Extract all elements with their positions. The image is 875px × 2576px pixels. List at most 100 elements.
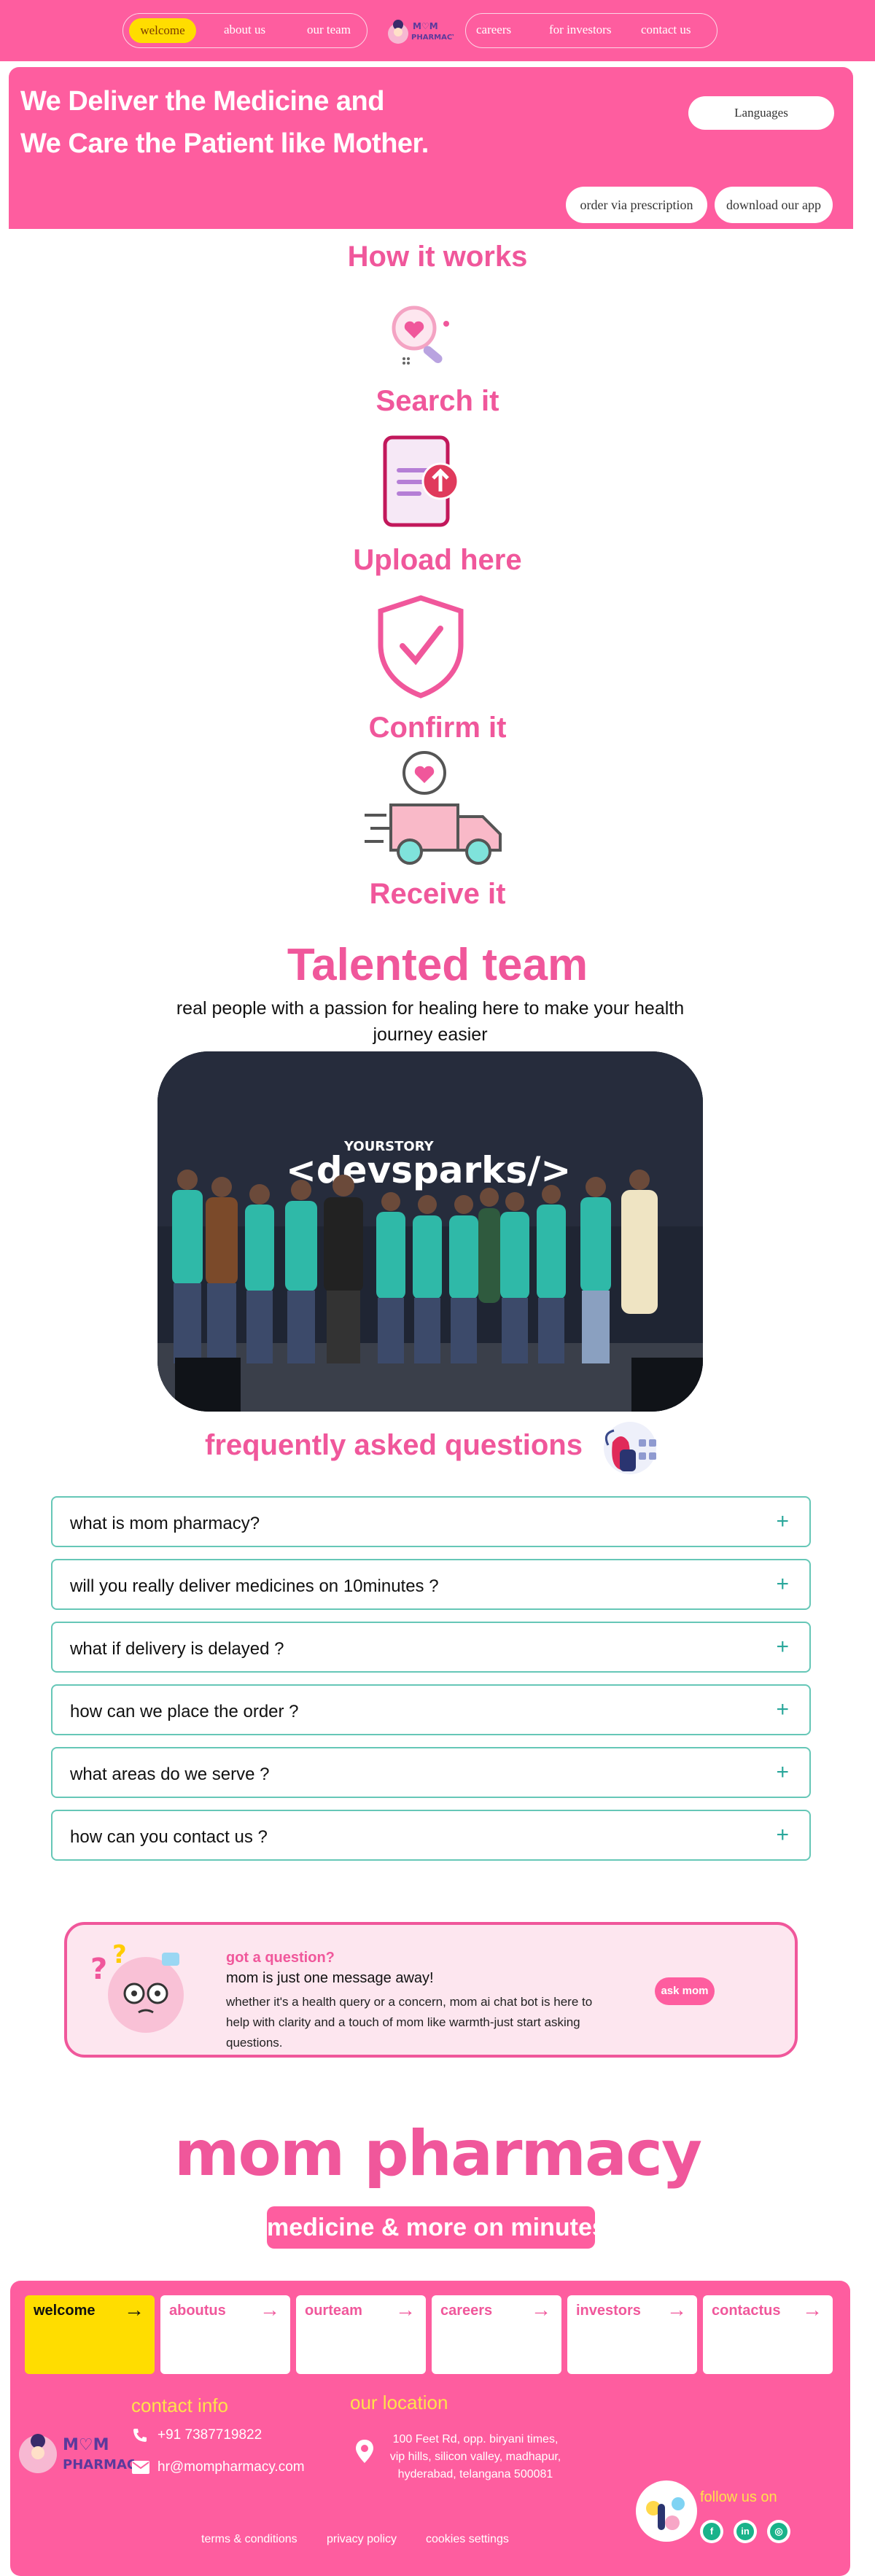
footer-tile-careers[interactable]: careers → bbox=[432, 2295, 561, 2374]
faq-question: how can we place the order ? bbox=[70, 1702, 299, 1721]
ask-body: whether it's a health query or a concern… bbox=[226, 1995, 593, 2050]
faq-item[interactable]: what if delivery is delayed ? + bbox=[51, 1622, 811, 1673]
logo-word-mom: M♡M bbox=[413, 21, 438, 31]
hero-line-1: We Deliver the Medicine and bbox=[20, 86, 384, 117]
email-icon bbox=[131, 2460, 150, 2478]
nav-welcome[interactable]: welcome bbox=[129, 18, 196, 43]
how-it-works-title: How it works bbox=[347, 241, 528, 273]
nav-for-investors[interactable]: for investors bbox=[549, 23, 611, 37]
contact-info-title: contact info bbox=[131, 2394, 228, 2416]
footer-tile-label: aboutus bbox=[169, 2303, 226, 2319]
order-prescription-button[interactable]: order via prescription bbox=[566, 187, 707, 223]
footer-tile-investors[interactable]: investors → bbox=[567, 2295, 697, 2374]
our-location-title: our location bbox=[350, 2392, 448, 2413]
footer-tile-label: careers bbox=[440, 2303, 493, 2319]
ask-heading: got a question? bbox=[226, 1950, 335, 1966]
team-title: Talented team bbox=[287, 940, 588, 990]
footer-tile-aboutus[interactable]: aboutus → bbox=[160, 2295, 290, 2374]
plus-icon[interactable]: + bbox=[776, 1572, 789, 1597]
plus-icon[interactable]: + bbox=[776, 1635, 789, 1659]
mom-mascot-icon: ? ? bbox=[83, 1937, 207, 2050]
footer: welcome → aboutus → ourteam → careers → investor… bbox=[10, 2281, 850, 2576]
arrow-right-icon: → bbox=[395, 2298, 416, 2321]
hero-banner: We Deliver the Medicine and We Care the … bbox=[9, 67, 853, 229]
faq-question: will you really deliver medicines on 10m… bbox=[70, 1576, 439, 1596]
arrow-right-icon: → bbox=[124, 2298, 144, 2321]
nav-contact-us[interactable]: contact us bbox=[641, 23, 691, 37]
address-line-3: hyderabad, telangana 500081 bbox=[397, 2468, 553, 2480]
footer-tile-label: contactus bbox=[712, 2303, 781, 2319]
footer-logo-mom: M♡M bbox=[63, 2436, 109, 2454]
arrow-right-icon: → bbox=[802, 2298, 822, 2321]
faq-title: frequently asked questions bbox=[205, 1429, 583, 1461]
instagram-icon[interactable]: ◎ bbox=[767, 2520, 790, 2543]
ask-mom-card: ? ? got a question? mom is just one mess… bbox=[64, 1922, 798, 2058]
faq-item[interactable]: what is mom pharmacy? + bbox=[51, 1496, 811, 1547]
arrow-right-icon: → bbox=[531, 2298, 551, 2321]
contact-phone[interactable]: +91 7387719822 bbox=[158, 2427, 262, 2443]
footer-tile-ourteam[interactable]: ourteam → bbox=[296, 2295, 426, 2374]
top-nav: welcome about us our team M♡M PHARMACY c… bbox=[0, 0, 875, 61]
faq-item[interactable]: what areas do we serve ? + bbox=[51, 1747, 811, 1798]
search-heart-icon bbox=[381, 296, 454, 370]
brand-name: mom pharmacy bbox=[174, 2117, 702, 2190]
follow-us-title: follow us on bbox=[700, 2489, 777, 2505]
svg-text:?: ? bbox=[112, 1940, 127, 1969]
step-upload-label: Upload here bbox=[353, 544, 522, 576]
step-search-label: Search it bbox=[376, 385, 499, 417]
banner-devsparks: <devsparks/> bbox=[286, 1149, 571, 1191]
nav-careers[interactable]: careers bbox=[476, 23, 511, 37]
address-line-2: vip hills, silicon valley, madhapur, bbox=[389, 2451, 561, 2463]
footer-tile-label: ourteam bbox=[305, 2303, 362, 2319]
step-receive-label: Receive it bbox=[369, 878, 506, 910]
hero-line-2: We Care the Patient like Mother. bbox=[20, 128, 429, 159]
nav-our-team[interactable]: our team bbox=[307, 23, 351, 37]
plus-icon[interactable]: + bbox=[776, 1697, 789, 1722]
brand-tagline: medicine & more on minutes bbox=[267, 2206, 595, 2249]
faq-item[interactable]: will you really deliver medicines on 10m… bbox=[51, 1559, 811, 1610]
footer-tile-label: investors bbox=[576, 2303, 641, 2319]
footer-tile-welcome[interactable]: welcome → bbox=[25, 2295, 155, 2374]
nav-group-right: careers for investors contact us bbox=[465, 13, 718, 48]
follow-illustration-icon bbox=[631, 2475, 701, 2548]
location-pin-icon bbox=[354, 2438, 375, 2468]
step-confirm-label: Confirm it bbox=[368, 712, 507, 744]
plus-icon[interactable]: + bbox=[776, 1760, 789, 1785]
footer-logo-pharmacy: PHARMACY bbox=[63, 2457, 134, 2472]
nav-about-us[interactable]: about us bbox=[224, 23, 265, 37]
arrow-right-icon: → bbox=[260, 2298, 280, 2321]
plus-icon[interactable]: + bbox=[776, 1509, 789, 1534]
phone-icon bbox=[131, 2427, 149, 2448]
footer-tile-label: welcome bbox=[34, 2303, 96, 2319]
address: 100 Feet Rd, opp. biryani times, vip hil… bbox=[388, 2431, 563, 2483]
facebook-icon[interactable]: f bbox=[700, 2520, 723, 2543]
logo-word-pharmacy: PHARMACY bbox=[411, 34, 454, 42]
faq-question: what is mom pharmacy? bbox=[70, 1514, 260, 1533]
arrow-right-icon: → bbox=[666, 2298, 687, 2321]
faq-illustration-icon bbox=[592, 1416, 662, 1481]
faq-question: what areas do we serve ? bbox=[70, 1764, 270, 1784]
ask-mom-button[interactable]: ask mom bbox=[655, 1977, 715, 2005]
faq-question: how can you contact us ? bbox=[70, 1827, 268, 1847]
download-app-button[interactable]: download our app bbox=[715, 187, 833, 223]
upload-document-icon bbox=[382, 435, 462, 533]
nav-group-left: welcome about us our team bbox=[122, 13, 368, 48]
terms-link[interactable]: terms & conditions bbox=[201, 2533, 298, 2546]
address-line-1: 100 Feet Rd, opp. biryani times, bbox=[392, 2433, 559, 2445]
team-subtitle: real people with a passion for healing h… bbox=[176, 998, 685, 1045]
faq-question: what if delivery is delayed ? bbox=[70, 1639, 284, 1659]
languages-button[interactable]: Languages bbox=[688, 96, 834, 130]
ask-subheading: mom is just one message away! bbox=[226, 1970, 434, 1986]
contact-email[interactable]: hr@mompharmacy.com bbox=[158, 2459, 305, 2475]
nav-logo[interactable]: M♡M PHARMACY bbox=[384, 12, 458, 50]
footer-logo: M♡M PHARMACY bbox=[18, 2422, 147, 2484]
team-photo: YOURSTORY <devsparks/> bbox=[158, 1051, 703, 1412]
plus-icon[interactable]: + bbox=[776, 1823, 789, 1848]
faq-item[interactable]: how can you contact us ? + bbox=[51, 1810, 811, 1861]
footer-tile-contactus[interactable]: contactus → bbox=[703, 2295, 833, 2374]
cookies-link[interactable]: cookies settings bbox=[426, 2533, 509, 2546]
svg-text:?: ? bbox=[90, 1953, 107, 1986]
privacy-link[interactable]: privacy policy bbox=[327, 2533, 397, 2546]
faq-item[interactable]: how can we place the order ? + bbox=[51, 1684, 811, 1735]
linkedin-icon[interactable]: in bbox=[734, 2520, 757, 2543]
